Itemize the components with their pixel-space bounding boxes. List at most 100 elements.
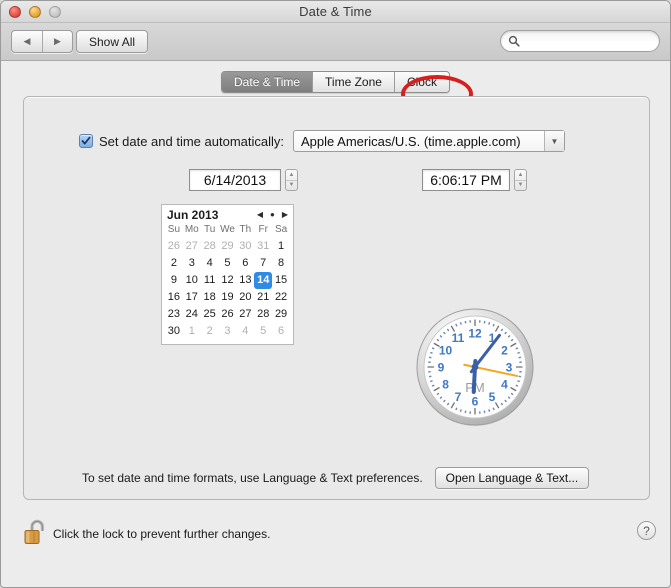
chevron-down-icon: ▼ [544, 131, 564, 151]
calendar-day[interactable]: 13 [236, 272, 254, 289]
window-title: Date & Time [299, 4, 372, 19]
calendar-day[interactable]: 30 [165, 323, 183, 340]
time-stepper-up[interactable]: ▲ [515, 170, 526, 181]
search-field[interactable] [500, 30, 660, 52]
calendar-day[interactable]: 27 [236, 306, 254, 323]
open-language-text-button[interactable]: Open Language & Text... [434, 467, 590, 489]
calendar-day[interactable]: 30 [236, 238, 254, 255]
date-input[interactable]: 6/14/2013 [189, 169, 281, 191]
calendar-day[interactable]: 25 [201, 306, 219, 323]
clock-numeral-9: 9 [438, 361, 445, 375]
calendar-day[interactable]: 8 [272, 255, 290, 272]
calendar-day[interactable]: 27 [183, 238, 201, 255]
calendar-day[interactable]: 7 [254, 255, 272, 272]
window-titlebar: Date & Time [1, 1, 670, 23]
calendar-day[interactable]: 1 [272, 238, 290, 255]
calendar-day[interactable]: 15 [272, 272, 290, 289]
calendar-day[interactable]: 17 [183, 289, 201, 306]
lock-hint-text: Click the lock to prevent further change… [53, 527, 271, 541]
calendar-weekday-fr: Fr [258, 224, 268, 235]
time-field-group: 6:06:17 PM ▲ ▼ [422, 169, 527, 191]
calendar-day[interactable]: 4 [201, 255, 219, 272]
window-footer: Click the lock to prevent further change… [1, 505, 670, 587]
calendar-day[interactable]: 19 [219, 289, 237, 306]
preferences-toolbar: ◀ ▶ Show All [1, 23, 670, 61]
date-time-panel: Set date and time automatically: Apple A… [23, 96, 650, 500]
lock-icon[interactable] [23, 517, 49, 552]
navigation-segmented-control[interactable]: ◀ ▶ [11, 30, 73, 53]
time-server-value: Apple Americas/U.S. (time.apple.com) [301, 133, 521, 149]
calendar-day[interactable]: 3 [219, 323, 237, 340]
date-stepper-down[interactable]: ▼ [286, 181, 297, 191]
calendar-day[interactable]: 5 [219, 255, 237, 272]
calendar-day[interactable]: 12 [219, 272, 237, 289]
calendar-weekday-su: Su [167, 224, 181, 235]
calendar-day[interactable]: 5 [254, 323, 272, 340]
date-stepper[interactable]: ▲ ▼ [285, 169, 298, 191]
formats-note: To set date and time formats, use Langua… [82, 471, 423, 485]
time-input[interactable]: 6:06:17 PM [422, 169, 510, 191]
analog-clock-face: 121234567891011 PM [416, 308, 534, 426]
clock-numeral-10: 10 [439, 344, 453, 358]
calendar-header: Jun 2013 ◀ ● ▶ [162, 205, 293, 224]
clock-numeral-3: 3 [506, 361, 513, 375]
set-automatically-checkbox[interactable] [79, 134, 93, 148]
clock-numeral-6: 6 [472, 395, 479, 409]
forward-button[interactable]: ▶ [42, 31, 72, 52]
calendar-day[interactable]: 20 [236, 289, 254, 306]
calendar-day[interactable]: 31 [254, 238, 272, 255]
calendar-weekday-th: Th [239, 224, 252, 235]
calendar-day[interactable]: 18 [201, 289, 219, 306]
calendar-day[interactable]: 22 [272, 289, 290, 306]
calendar-day[interactable]: 4 [236, 323, 254, 340]
search-input[interactable] [524, 34, 654, 48]
date-time-preferences-window: Date & Time ◀ ▶ Show All Date & Time Tim… [0, 0, 671, 588]
tab-time-zone[interactable]: Time Zone [312, 72, 394, 92]
calendar-weekday-tu: Tu [203, 224, 216, 235]
calendar-day-selected[interactable]: 14 [254, 272, 273, 289]
search-icon [508, 35, 520, 47]
calendar-weekday-sa: Sa [274, 224, 288, 235]
calendar-day[interactable]: 10 [183, 272, 201, 289]
calendar-day[interactable]: 1 [183, 323, 201, 340]
mini-calendar[interactable]: Jun 2013 ◀ ● ▶ Su Mo Tu We Th Fr Sa 26 27 28 29 30… [161, 204, 294, 345]
calendar-day[interactable]: 26 [165, 238, 183, 255]
calendar-day[interactable]: 26 [219, 306, 237, 323]
calendar-day[interactable]: 29 [219, 238, 237, 255]
calendar-day[interactable]: 2 [165, 255, 183, 272]
calendar-day[interactable]: 16 [165, 289, 183, 306]
clock-numeral-4: 4 [501, 378, 508, 392]
calendar-next-icon[interactable]: ▶ [282, 211, 288, 219]
clock-numeral-7: 7 [455, 390, 462, 404]
calendar-nav: ◀ ● ▶ [257, 211, 288, 219]
tab-group: Date & Time Time Zone Clock [221, 71, 450, 93]
calendar-day[interactable]: 28 [254, 306, 272, 323]
calendar-day[interactable]: 23 [165, 306, 183, 323]
help-button[interactable]: ? [637, 521, 656, 540]
calendar-day[interactable]: 29 [272, 306, 290, 323]
calendar-day[interactable]: 21 [254, 289, 272, 306]
calendar-day[interactable]: 11 [201, 272, 219, 289]
calendar-day[interactable]: 6 [236, 255, 254, 272]
clock-numeral-8: 8 [442, 378, 449, 392]
calendar-day[interactable]: 2 [201, 323, 219, 340]
calendar-day[interactable]: 24 [183, 306, 201, 323]
show-all-button[interactable]: Show All [76, 30, 149, 53]
calendar-prev-icon[interactable]: ◀ [257, 211, 263, 219]
calendar-day[interactable]: 6 [272, 323, 290, 340]
tab-date-time[interactable]: Date & Time [222, 72, 313, 92]
calendar-day-grid: 26 27 28 29 30 31 1 2 3 4 5 6 7 8 9 10 11 12 13 14 15 16 17 18 1… [162, 238, 293, 344]
back-button[interactable]: ◀ [12, 31, 42, 52]
date-stepper-up[interactable]: ▲ [286, 170, 297, 181]
calendar-month-title: Jun 2013 [167, 208, 219, 222]
calendar-day[interactable]: 3 [183, 255, 201, 272]
time-stepper-down[interactable]: ▼ [515, 181, 526, 191]
tab-clock[interactable]: Clock [393, 72, 449, 92]
calendar-weekday-headers: Su Mo Tu We Th Fr Sa [162, 224, 293, 238]
calendar-day[interactable]: 9 [165, 272, 183, 289]
calendar-today-icon[interactable]: ● [270, 211, 275, 219]
calendar-day[interactable]: 28 [201, 238, 219, 255]
clock-numeral-2: 2 [501, 344, 508, 358]
time-stepper[interactable]: ▲ ▼ [514, 169, 527, 191]
time-server-popup-button[interactable]: Apple Americas/U.S. (time.apple.com) ▼ [293, 130, 565, 152]
